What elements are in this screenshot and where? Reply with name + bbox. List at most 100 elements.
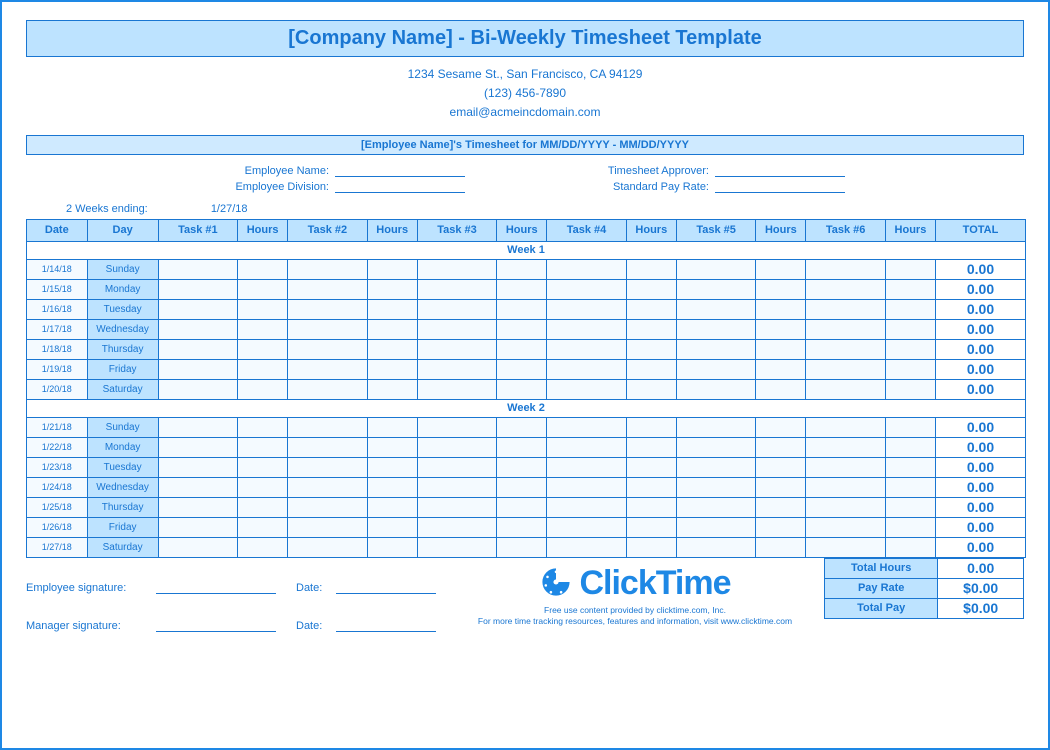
cell-hours[interactable] <box>626 319 676 339</box>
cell-task[interactable] <box>417 517 496 537</box>
cell-task[interactable] <box>417 299 496 319</box>
cell-hours[interactable] <box>756 537 806 557</box>
cell-hours[interactable] <box>497 497 547 517</box>
cell-task[interactable] <box>417 339 496 359</box>
cell-task[interactable] <box>288 359 367 379</box>
cell-hours[interactable] <box>497 299 547 319</box>
cell-task[interactable] <box>417 457 496 477</box>
cell-hours[interactable] <box>885 299 935 319</box>
cell-task[interactable] <box>417 497 496 517</box>
cell-hours[interactable] <box>367 379 417 399</box>
cell-hours[interactable] <box>626 299 676 319</box>
cell-task[interactable] <box>547 339 626 359</box>
cell-hours[interactable] <box>885 359 935 379</box>
cell-task[interactable] <box>158 299 237 319</box>
cell-hours[interactable] <box>497 477 547 497</box>
cell-hours[interactable] <box>367 417 417 437</box>
cell-hours[interactable] <box>885 417 935 437</box>
cell-task[interactable] <box>288 417 367 437</box>
cell-hours[interactable] <box>756 379 806 399</box>
cell-hours[interactable] <box>756 497 806 517</box>
cell-hours[interactable] <box>367 319 417 339</box>
cell-hours[interactable] <box>626 417 676 437</box>
cell-task[interactable] <box>806 477 885 497</box>
cell-hours[interactable] <box>885 537 935 557</box>
cell-task[interactable] <box>158 537 237 557</box>
cell-hours[interactable] <box>756 517 806 537</box>
cell-task[interactable] <box>547 497 626 517</box>
cell-task[interactable] <box>676 457 755 477</box>
cell-hours[interactable] <box>238 517 288 537</box>
cell-hours[interactable] <box>497 319 547 339</box>
cell-task[interactable] <box>806 517 885 537</box>
cell-task[interactable] <box>806 259 885 279</box>
cell-hours[interactable] <box>497 339 547 359</box>
cell-hours[interactable] <box>238 379 288 399</box>
cell-hours[interactable] <box>497 359 547 379</box>
cell-task[interactable] <box>806 379 885 399</box>
cell-task[interactable] <box>806 497 885 517</box>
cell-hours[interactable] <box>885 437 935 457</box>
cell-task[interactable] <box>417 359 496 379</box>
cell-hours[interactable] <box>238 457 288 477</box>
cell-hours[interactable] <box>497 537 547 557</box>
cell-task[interactable] <box>806 279 885 299</box>
cell-hours[interactable] <box>756 477 806 497</box>
cell-task[interactable] <box>288 477 367 497</box>
cell-hours[interactable] <box>238 319 288 339</box>
cell-hours[interactable] <box>885 457 935 477</box>
cell-hours[interactable] <box>626 359 676 379</box>
cell-task[interactable] <box>676 437 755 457</box>
cell-hours[interactable] <box>367 457 417 477</box>
cell-hours[interactable] <box>367 437 417 457</box>
cell-hours[interactable] <box>367 497 417 517</box>
cell-hours[interactable] <box>367 279 417 299</box>
cell-task[interactable] <box>547 279 626 299</box>
cell-hours[interactable] <box>626 477 676 497</box>
cell-hours[interactable] <box>497 379 547 399</box>
cell-hours[interactable] <box>756 417 806 437</box>
cell-task[interactable] <box>547 259 626 279</box>
cell-hours[interactable] <box>367 339 417 359</box>
cell-task[interactable] <box>806 437 885 457</box>
cell-hours[interactable] <box>756 299 806 319</box>
cell-task[interactable] <box>288 517 367 537</box>
cell-hours[interactable] <box>756 457 806 477</box>
cell-task[interactable] <box>547 417 626 437</box>
cell-hours[interactable] <box>497 259 547 279</box>
cell-hours[interactable] <box>626 457 676 477</box>
cell-hours[interactable] <box>756 279 806 299</box>
cell-hours[interactable] <box>756 339 806 359</box>
cell-task[interactable] <box>547 359 626 379</box>
cell-task[interactable] <box>806 417 885 437</box>
manager-sig-date-field[interactable] <box>336 618 436 632</box>
cell-task[interactable] <box>288 537 367 557</box>
cell-hours[interactable] <box>885 259 935 279</box>
cell-hours[interactable] <box>626 497 676 517</box>
cell-task[interactable] <box>676 319 755 339</box>
cell-hours[interactable] <box>497 457 547 477</box>
cell-task[interactable] <box>547 537 626 557</box>
cell-task[interactable] <box>288 299 367 319</box>
cell-task[interactable] <box>547 517 626 537</box>
cell-task[interactable] <box>288 457 367 477</box>
cell-task[interactable] <box>288 259 367 279</box>
cell-task[interactable] <box>158 319 237 339</box>
cell-task[interactable] <box>806 359 885 379</box>
cell-hours[interactable] <box>756 437 806 457</box>
cell-hours[interactable] <box>367 299 417 319</box>
timesheet-approver-field[interactable] <box>715 163 845 177</box>
cell-task[interactable] <box>676 517 755 537</box>
cell-hours[interactable] <box>497 417 547 437</box>
cell-task[interactable] <box>676 299 755 319</box>
cell-task[interactable] <box>417 379 496 399</box>
employee-sig-date-field[interactable] <box>336 580 436 594</box>
cell-hours[interactable] <box>238 477 288 497</box>
cell-hours[interactable] <box>497 279 547 299</box>
cell-hours[interactable] <box>756 359 806 379</box>
cell-hours[interactable] <box>626 259 676 279</box>
cell-task[interactable] <box>158 259 237 279</box>
cell-task[interactable] <box>158 477 237 497</box>
cell-task[interactable] <box>547 379 626 399</box>
cell-hours[interactable] <box>367 537 417 557</box>
